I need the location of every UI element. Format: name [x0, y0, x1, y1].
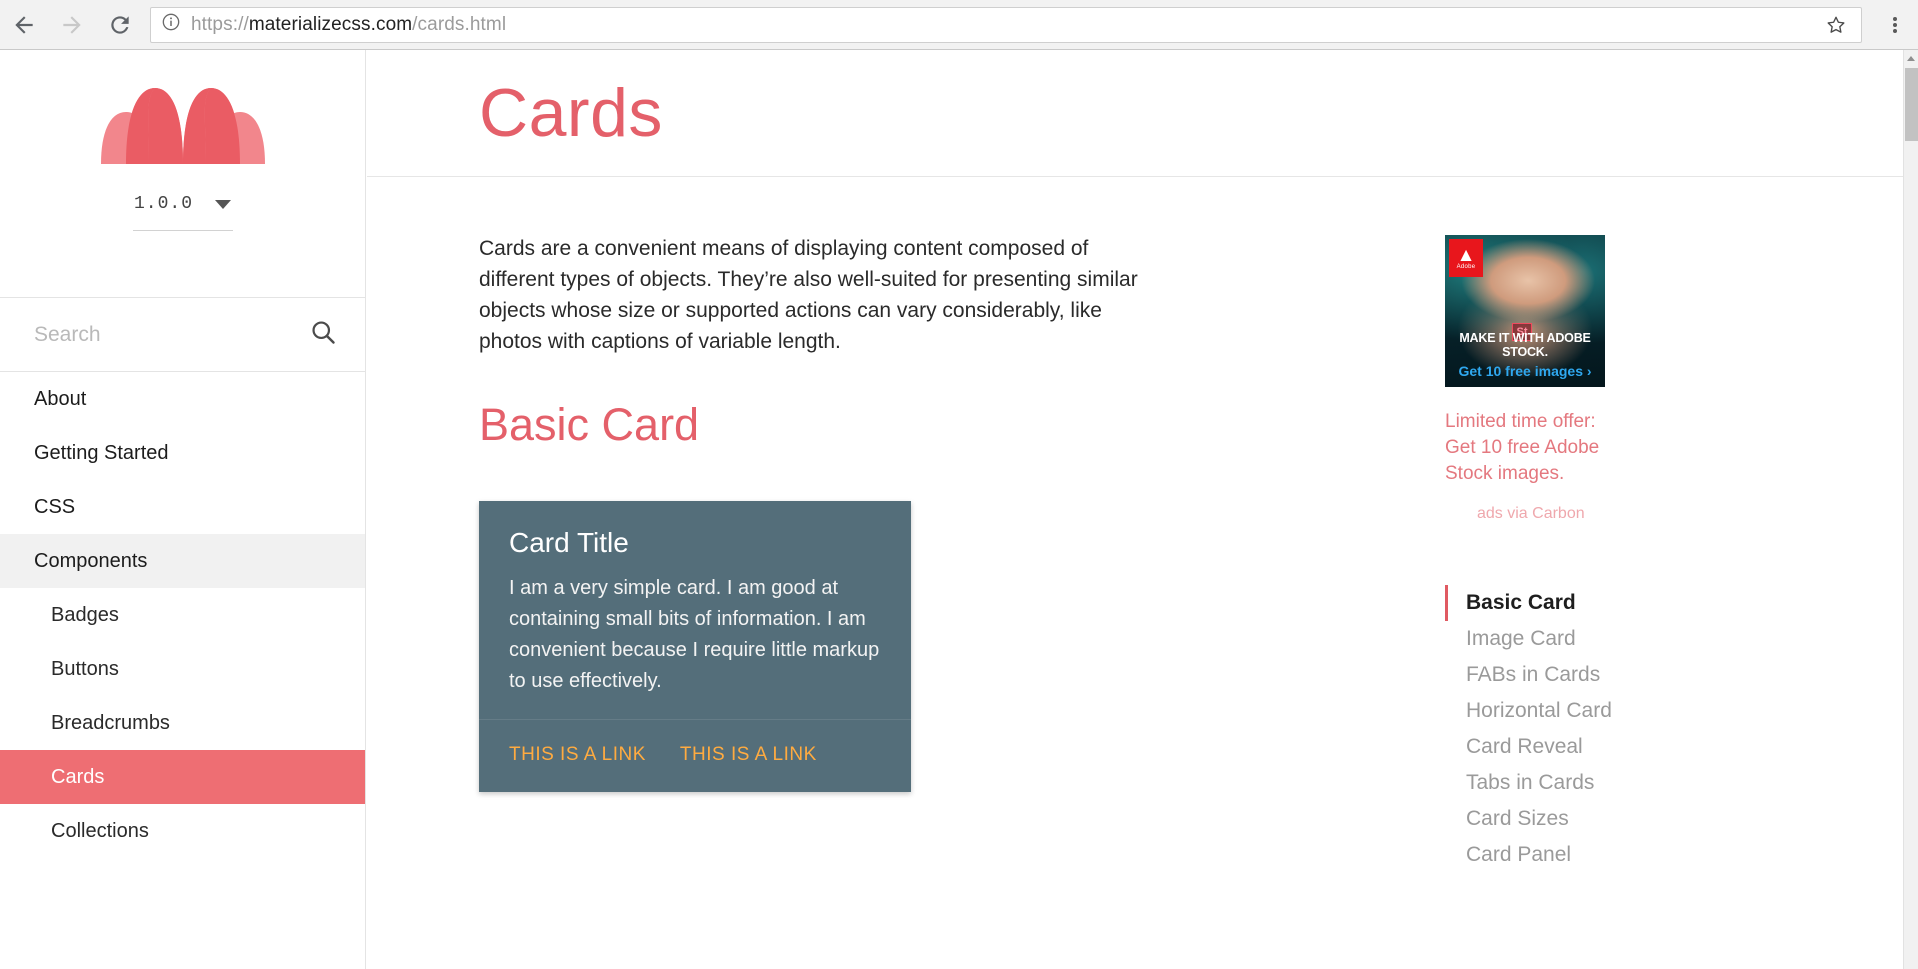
sidebar-item-label: Getting Started	[34, 441, 169, 464]
content-columns: Cards are a convenient means of displayi…	[367, 177, 1903, 873]
sidebar-item-label: Components	[34, 549, 148, 572]
sidebar-item-label: Breadcrumbs	[51, 711, 170, 734]
sidebar: 1.0.0 About Getting Started CSS Components B…	[0, 50, 366, 969]
section-heading-basic-card: Basic Card	[479, 399, 700, 450]
demo-card[interactable]: Card Title I am a very simple card. I am…	[479, 501, 911, 792]
sidebar-item-components[interactable]: Components	[0, 534, 365, 588]
ad-headline: MAKE IT WITH ADOBE STOCK.	[1459, 331, 1591, 359]
sidebar-item-buttons[interactable]: Buttons	[0, 642, 365, 696]
toc-item-label: Card Sizes	[1466, 807, 1569, 830]
card-title: Card Title	[509, 527, 629, 558]
back-button[interactable]	[0, 0, 48, 50]
card-text: I am a very simple card. I am good at co…	[509, 577, 880, 692]
main-column: Cards are a convenient means of displayi…	[367, 177, 1427, 873]
toc-item-label: Horizontal Card	[1466, 699, 1612, 722]
main-content: Cards Cards are a convenient means of di…	[367, 50, 1903, 969]
scrollbar-thumb[interactable]	[1905, 68, 1918, 141]
toc-item-basic-card[interactable]: Basic Card	[1445, 585, 1757, 621]
ad-cta[interactable]: Get 10 free images ›	[1445, 363, 1605, 379]
card-link-1[interactable]: THIS IS A LINK	[509, 744, 646, 766]
toc-item-label: Basic Card	[1466, 591, 1576, 614]
toc-item-label: Tabs in Cards	[1466, 771, 1595, 794]
sidebar-item-label: About	[34, 387, 87, 410]
version-label: 1.0.0	[133, 194, 193, 214]
reload-icon	[111, 15, 129, 34]
url-text: https://materializecss.com/cards.html	[191, 13, 507, 35]
intro-paragraph: Cards are a convenient means of displayi…	[479, 237, 1138, 353]
sidebar-item-label: Badges	[51, 603, 119, 626]
sidebar-item-label: Collections	[51, 819, 149, 842]
toc-item-card-panel[interactable]: Card Panel	[1445, 837, 1757, 873]
toc-item-label: Card Panel	[1466, 843, 1572, 866]
page-viewport: 1.0.0 About Getting Started CSS Components B…	[0, 50, 1903, 969]
sidebar-item-badges[interactable]: Badges	[0, 588, 365, 642]
adobe-glyph: ▲	[1456, 244, 1476, 266]
toc-item-image-card[interactable]: Image Card	[1445, 621, 1757, 657]
sidebar-item-breadcrumbs[interactable]: Breadcrumbs	[0, 696, 365, 750]
sidebar-item-getting-started[interactable]: Getting Started	[0, 426, 365, 480]
scroll-up-button[interactable]	[1904, 50, 1918, 66]
toc-item-tabs-in-cards[interactable]: Tabs in Cards	[1445, 765, 1757, 801]
version-underline	[132, 230, 233, 231]
sidebar-item-label: Buttons	[51, 657, 119, 680]
card-content: Card Title I am a very simple card. I am…	[479, 501, 911, 720]
toc-item-horizontal-card[interactable]: Horizontal Card	[1445, 693, 1757, 729]
sidebar-item-label: Cards	[51, 765, 105, 788]
toc-item-label: FABs in Cards	[1466, 663, 1601, 686]
search-input[interactable]	[34, 322, 309, 347]
toc-item-label: Image Card	[1466, 627, 1576, 650]
bookmark-star-icon[interactable]	[1821, 14, 1851, 36]
sidebar-item-cards[interactable]: Cards	[0, 750, 365, 804]
arrow-left-icon	[15, 15, 33, 34]
toc-item-card-sizes[interactable]: Card Sizes	[1445, 801, 1757, 837]
kebab-menu-icon	[1893, 15, 1897, 35]
ad-caption[interactable]: Limited time offer: Get 10 free Adobe St…	[1445, 409, 1625, 487]
sidebar-item-about[interactable]: About	[0, 372, 365, 426]
browser-toolbar: https://materializecss.com/cards.html	[0, 0, 1918, 50]
toc-item-card-reveal[interactable]: Card Reveal	[1445, 729, 1757, 765]
toc-item-fabs-in-cards[interactable]: FABs in Cards	[1445, 657, 1757, 693]
card-action-bar: THIS IS A LINK THIS IS A LINK	[479, 720, 911, 792]
browser-menu-button[interactable]	[1872, 0, 1918, 50]
version-selector[interactable]: 1.0.0	[133, 194, 233, 214]
right-rail: ▲ Adobe St MAKE IT WITH ADOBE STOCK. Get…	[1427, 177, 1757, 873]
adobe-wordmark: Adobe	[1456, 263, 1476, 270]
address-bar[interactable]: https://materializecss.com/cards.html	[150, 6, 1862, 43]
sidebar-item-collections[interactable]: Collections	[0, 804, 365, 858]
page-info-icon[interactable]	[161, 12, 181, 37]
chevron-down-icon	[215, 199, 231, 209]
reload-button[interactable]	[96, 0, 144, 50]
search-icon[interactable]	[309, 318, 337, 351]
sidebar-header: 1.0.0	[0, 50, 365, 298]
page-title-band: Cards	[367, 50, 1903, 177]
arrow-right-icon	[63, 15, 81, 34]
sidebar-item-css[interactable]: CSS	[0, 480, 365, 534]
chevron-up-icon	[1907, 55, 1915, 61]
sidebar-search	[0, 298, 365, 372]
sidebar-item-label: CSS	[34, 495, 76, 518]
materialize-logo-icon[interactable]	[93, 72, 273, 174]
card-link-2[interactable]: THIS IS A LINK	[680, 744, 817, 766]
toc-item-label: Card Reveal	[1466, 735, 1583, 758]
table-of-contents: Basic Card Image Card FABs in Cards Horizon…	[1445, 585, 1757, 873]
page-scrollbar[interactable]	[1903, 50, 1918, 969]
adobe-logo-icon: ▲ Adobe	[1449, 239, 1483, 277]
forward-button[interactable]	[48, 0, 96, 50]
carbon-ad-banner[interactable]: ▲ Adobe St MAKE IT WITH ADOBE STOCK. Get…	[1445, 235, 1605, 387]
page-title: Cards	[479, 75, 663, 151]
sidebar-nav-list: About Getting Started CSS Components Badges B…	[0, 372, 365, 858]
ad-attribution[interactable]: ads via Carbon	[1445, 505, 1757, 523]
